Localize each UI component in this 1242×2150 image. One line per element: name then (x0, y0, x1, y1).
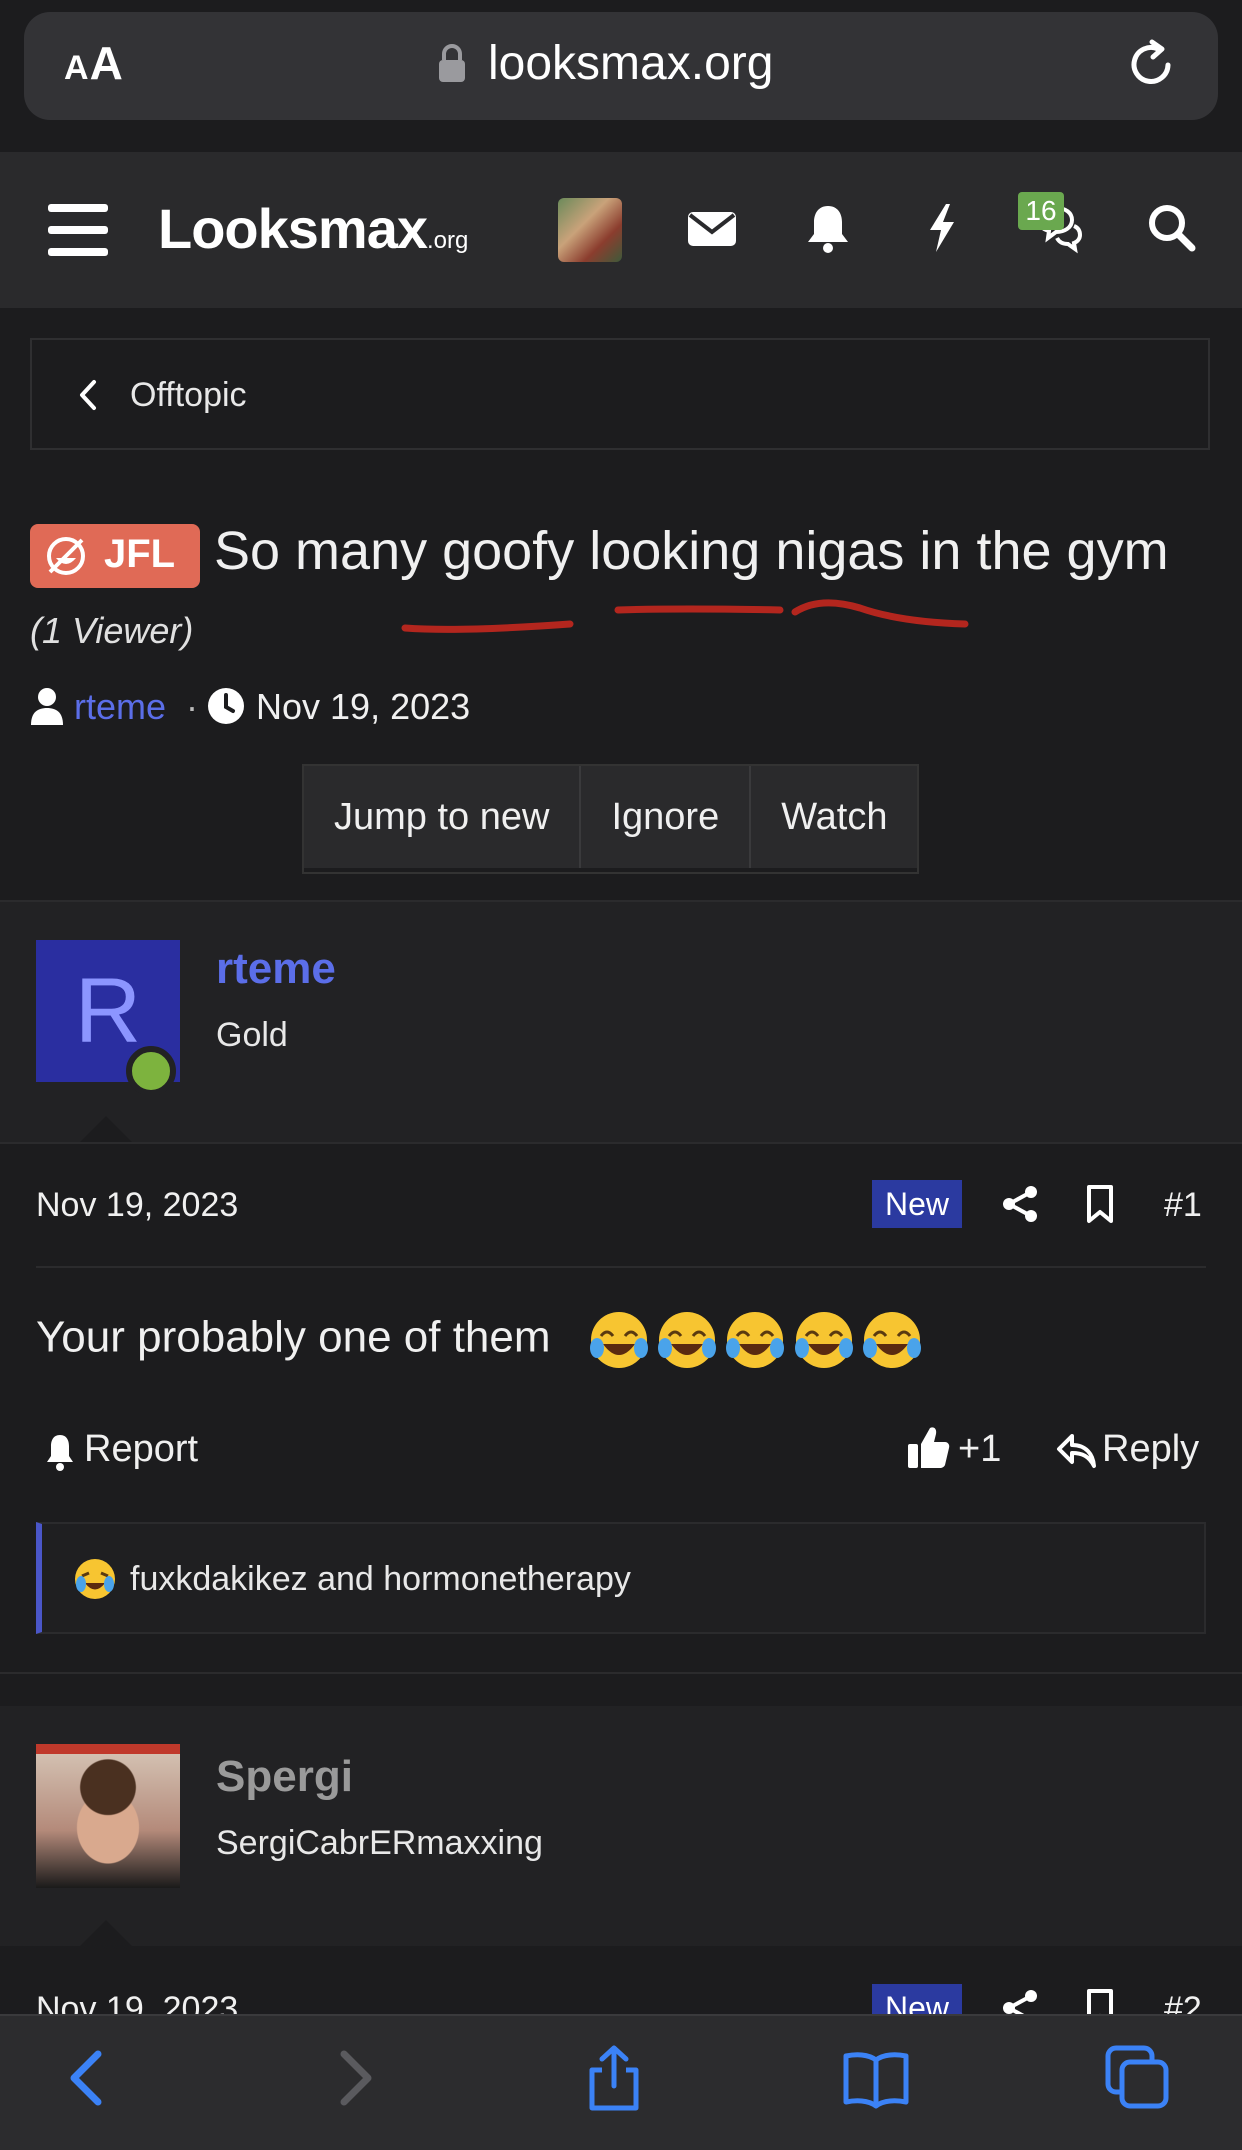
notification-badge: 16 (1018, 192, 1064, 230)
online-status-indicator (126, 1046, 176, 1096)
post-body: Your probably one of them (36, 1308, 921, 1372)
avatar-top-strip (36, 1744, 180, 1754)
post-username[interactable]: rteme (216, 944, 336, 994)
reactions-users-text[interactable]: fuxkdakikez and hormonetherapy (130, 1560, 631, 1599)
new-badge: New (872, 1180, 962, 1228)
red-underline-annotation (401, 599, 969, 633)
lightning-icon[interactable] (914, 200, 970, 256)
search-icon[interactable] (1144, 200, 1200, 256)
post-date[interactable]: Nov 19, 2023 (36, 1186, 238, 1225)
tears-of-joy-emoji-icon (794, 1312, 853, 1368)
site-logo[interactable]: Looksmax.org (158, 196, 468, 261)
crying-laughing-emoji-icon (75, 1559, 115, 1599)
user-title: Gold (216, 1016, 288, 1054)
viewer-count: (1 Viewer) (30, 610, 194, 651)
thread-date[interactable]: Nov 19, 2023 (256, 686, 470, 728)
meta-separator: · (186, 686, 198, 727)
reload-icon[interactable] (1124, 38, 1178, 92)
ignore-button[interactable]: Ignore (581, 766, 752, 868)
menu-icon[interactable] (48, 204, 108, 256)
post-body-text: Your probably one of them (36, 1312, 551, 1362)
header-notch (80, 1920, 132, 1946)
divider (0, 1142, 1242, 1144)
laughing-face-icon (47, 537, 85, 575)
lock-icon (439, 44, 465, 82)
user-title: SergiCabrERmaxxing (216, 1824, 543, 1862)
bookmark-icon[interactable] (1080, 1184, 1120, 1224)
thread-prefix-label: JFL (104, 532, 176, 576)
user-icon (31, 688, 63, 725)
report-button[interactable]: Report (84, 1428, 198, 1471)
chevron-left-icon (80, 380, 96, 410)
watch-button[interactable]: Watch (751, 766, 918, 868)
post-number[interactable]: #1 (1164, 1186, 1202, 1225)
post-author-header (0, 902, 1242, 1142)
post-author-header (0, 1706, 1242, 1946)
share-icon[interactable] (1000, 1184, 1040, 1224)
text-size-button[interactable]: AA (64, 36, 124, 90)
user-avatar[interactable] (558, 198, 622, 262)
tears-of-joy-emoji-icon (862, 1312, 921, 1368)
jump-to-new-button[interactable]: Jump to new (304, 766, 582, 868)
envelope-icon[interactable] (684, 200, 740, 256)
bell-icon[interactable] (44, 1432, 76, 1472)
tabs-icon[interactable] (1104, 2044, 1172, 2112)
tears-of-joy-emoji-icon (658, 1312, 717, 1368)
back-icon[interactable] (52, 2044, 120, 2112)
thread-title: So many goofy looking nigas in the gym (214, 521, 1169, 581)
reply-button[interactable]: Reply (1102, 1428, 1199, 1471)
tears-of-joy-emoji-icon (726, 1312, 785, 1368)
post-username[interactable]: Spergi (216, 1752, 353, 1802)
divider (36, 1266, 1206, 1268)
share-sheet-icon[interactable] (580, 2044, 648, 2112)
avatar[interactable] (36, 1744, 180, 1888)
bookmarks-book-icon[interactable] (842, 2044, 910, 2112)
bell-icon[interactable] (800, 200, 856, 256)
forward-icon[interactable] (322, 2044, 390, 2112)
reply-icon[interactable] (1056, 1432, 1096, 1470)
thread-author-link[interactable]: rteme (74, 686, 166, 728)
url-text[interactable]: looksmax.org (488, 36, 773, 91)
breadcrumb-label[interactable]: Offtopic (130, 376, 247, 415)
thumbs-up-icon[interactable] (906, 1424, 950, 1470)
header-notch (80, 1116, 132, 1142)
divider (0, 1672, 1242, 1674)
clock-icon (208, 688, 244, 724)
reaction-count[interactable]: +1 (958, 1428, 1001, 1471)
tears-of-joy-emoji-icon (589, 1312, 648, 1368)
thread-action-group: Jump to new Ignore Watch (302, 764, 920, 874)
